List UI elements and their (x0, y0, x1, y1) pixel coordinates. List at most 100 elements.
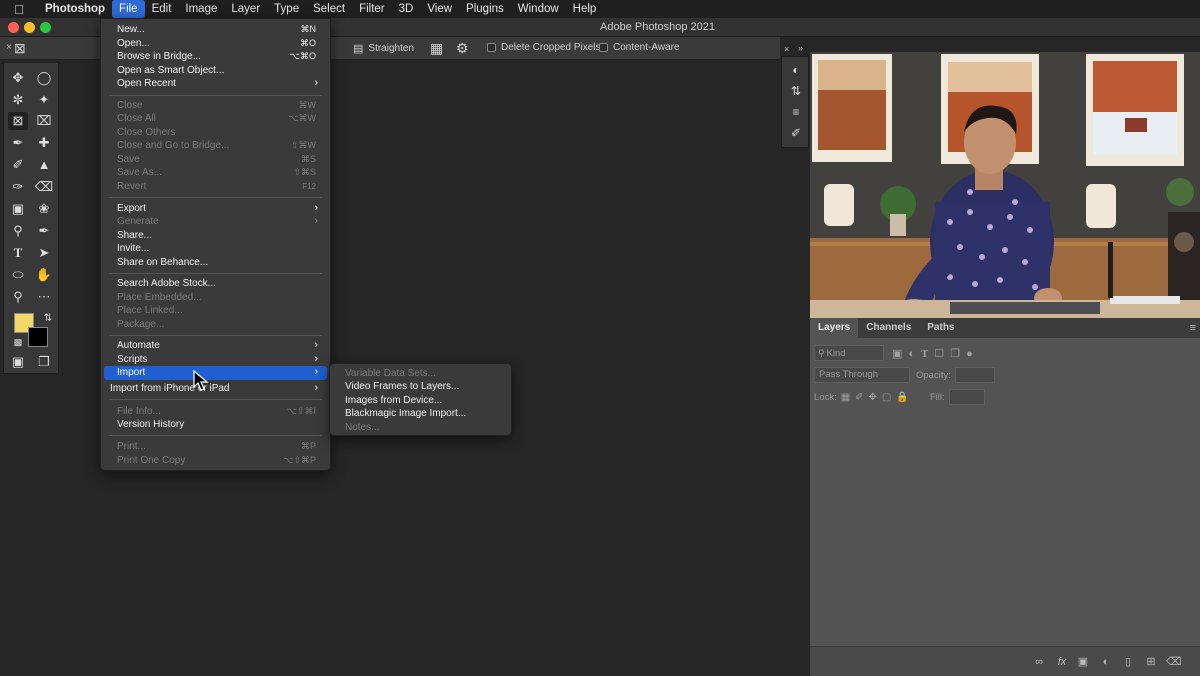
menu-item-share-behance[interactable]: Share on Behance... (101, 256, 330, 270)
menu-type[interactable]: Type (267, 0, 306, 18)
panel-menu-icon[interactable]: ≡ (1190, 322, 1196, 334)
menu-select[interactable]: Select (306, 0, 352, 18)
menu-item-invite[interactable]: Invite... (101, 242, 330, 256)
healing-brush-tool-icon[interactable]: ✚ (34, 134, 54, 152)
menu-filter[interactable]: Filter (352, 0, 392, 18)
filter-icons[interactable]: ▣◐T☐❐● (892, 347, 979, 360)
hand-tool-icon[interactable]: ✋ (34, 266, 54, 284)
submenu-item-blackmagic-import[interactable]: Blackmagic Image Import... (330, 407, 511, 421)
menu-3d[interactable]: 3D (392, 0, 421, 18)
tab-paths[interactable]: Paths (919, 318, 962, 338)
zoom-tool-icon[interactable]: ⚲ (8, 288, 28, 306)
submenu-item-images-from-device[interactable]: Images from Device... (330, 394, 511, 408)
collapse-strip-icon[interactable]: × (784, 44, 789, 54)
expand-strip-icon[interactable]: » (798, 43, 803, 53)
move-tool-icon[interactable]: ✥ (8, 69, 28, 87)
link-layers-icon[interactable]: ∞ (1032, 655, 1046, 669)
dodge-tool-icon[interactable]: ⚲ (8, 222, 28, 240)
menu-item-scripts[interactable]: Scripts › (101, 353, 330, 367)
type-tool-icon[interactable]: T (8, 244, 28, 262)
chevron-right-icon: › (314, 366, 318, 378)
menu-item-new[interactable]: New... ⌘N (101, 23, 330, 37)
menu-item-close-others: Close Others (101, 126, 330, 140)
brush-tool-icon[interactable]: ✐ (8, 156, 28, 174)
gradient-tool-icon[interactable]: ▣ (8, 200, 28, 218)
eyedropper-tool-icon[interactable]: ✒ (8, 134, 28, 152)
zoom-window-button[interactable] (40, 22, 51, 33)
menu-item-close-all: Close All ⌥⌘W (101, 112, 330, 126)
fill-input[interactable] (948, 389, 985, 405)
menu-item-browse-bridge[interactable]: Browse in Bridge... ⌥⌘O (101, 50, 330, 64)
menu-app[interactable]: Photoshop (38, 0, 112, 18)
menu-item-open-recent[interactable]: Open Recent › (101, 77, 330, 91)
tab-channels[interactable]: Channels (858, 318, 919, 338)
pen-tool-icon[interactable]: ✒ (34, 222, 54, 240)
eraser-tool-icon[interactable]: ⌫ (34, 178, 54, 196)
menu-item-import[interactable]: Import › (104, 366, 327, 380)
group-folder-icon[interactable]: ▯ (1121, 655, 1135, 669)
submenu-item-video-frames[interactable]: Video Frames to Layers... (330, 380, 511, 394)
menu-image[interactable]: Image (178, 0, 224, 18)
adjustments-icon[interactable]: ◐ (787, 61, 805, 79)
minimize-window-button[interactable] (24, 22, 35, 33)
lasso-tool-icon[interactable]: ✼ (8, 91, 28, 109)
add-mask-icon[interactable]: ▣ (1076, 655, 1090, 669)
tab-layers[interactable]: Layers (810, 318, 859, 338)
more-tools-icon[interactable]: ⋯ (34, 288, 54, 306)
straighten-control[interactable]: ▤ Straighten (353, 42, 414, 55)
menu-item-save-as: Save As... ⇧⌘S (101, 166, 330, 180)
history-brush-tool-icon[interactable]: ✑ (8, 178, 28, 196)
menu-view[interactable]: View (420, 0, 459, 18)
menu-item-search-stock[interactable]: Search Adobe Stock... (101, 277, 330, 291)
quick-mask-icon[interactable]: ▣ (8, 353, 28, 371)
stamp-tool-icon[interactable]: ▲ (34, 156, 54, 174)
new-layer-icon[interactable]: ⊞ (1144, 655, 1158, 669)
menu-edit[interactable]: Edit (145, 0, 179, 18)
menu-help[interactable]: Help (566, 0, 604, 18)
gear-icon[interactable]: ⚙ (456, 40, 469, 57)
frame-tool-icon[interactable]: ⌧ (34, 112, 54, 130)
grid-overlay-icon[interactable]: ▦ (430, 40, 443, 57)
mouse-cursor-icon (193, 370, 209, 391)
menu-item-open-smart-object[interactable]: Open as Smart Object... (101, 64, 330, 78)
path-selection-tool-icon[interactable]: ➤ (34, 244, 54, 262)
swap-colors-icon[interactable]: ⇅ (38, 310, 58, 328)
menu-item-export[interactable]: Export › (101, 202, 330, 216)
fx-icon[interactable]: fx (1055, 655, 1069, 669)
menu-separator (109, 435, 322, 436)
menu-item-share[interactable]: Share... (101, 229, 330, 243)
close-panel-icon[interactable]: × (6, 42, 12, 53)
crop-tool-icon[interactable]: ⊠ (14, 40, 26, 57)
default-colors-icon[interactable]: ▩ (8, 333, 28, 351)
brush-settings-icon[interactable]: ✐ (787, 124, 805, 142)
apple-icon[interactable]:  (0, 2, 38, 17)
menu-item-import-iphone[interactable]: Import from iPhone or iPad › (101, 382, 330, 396)
blend-mode-select[interactable]: Pass Through (814, 367, 910, 383)
menu-window[interactable]: Window (511, 0, 566, 18)
screen-mode-icon[interactable]: ❐ (34, 353, 54, 371)
properties-icon[interactable]: ≡ (787, 103, 805, 121)
menu-item-automate[interactable]: Automate › (101, 339, 330, 353)
close-window-button[interactable] (8, 22, 19, 33)
menu-plugins[interactable]: Plugins (459, 0, 511, 18)
opacity-input[interactable] (954, 367, 995, 383)
blur-tool-icon[interactable]: ❀ (34, 200, 54, 218)
menu-item-print: Print... ⌘P (101, 440, 330, 454)
delete-cropped-pixels-checkbox[interactable]: Delete Cropped Pixels (487, 42, 601, 53)
marquee-tool-icon[interactable]: ◯ (34, 69, 54, 87)
magic-wand-tool-icon[interactable]: ✦ (34, 91, 54, 109)
libraries-icon[interactable]: ⇅ (787, 82, 805, 100)
background-color-swatch[interactable] (28, 327, 48, 347)
adjustment-layer-icon[interactable]: ◐ (1099, 655, 1113, 669)
trash-icon[interactable]: ⌫ (1166, 655, 1182, 669)
lock-icons[interactable]: ▦✐✥▢🔒 (841, 392, 914, 403)
chevron-right-icon: › (314, 353, 318, 365)
menu-item-open[interactable]: Open... ⌘O (101, 37, 330, 51)
layer-kind-filter[interactable]: ⚲ Kind (814, 345, 884, 361)
menu-item-version-history[interactable]: Version History (101, 418, 330, 432)
content-aware-checkbox[interactable]: Content-Aware (599, 42, 680, 53)
menu-layer[interactable]: Layer (224, 0, 267, 18)
menu-file[interactable]: File (112, 0, 145, 18)
ellipse-tool-icon[interactable]: ⬭ (8, 266, 28, 284)
crop-tool-icon[interactable]: ⊠ (8, 112, 28, 130)
